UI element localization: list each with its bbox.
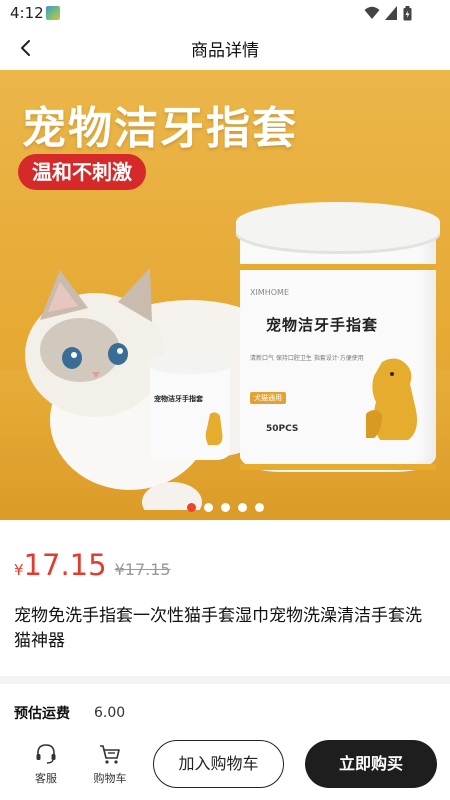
status-bar: 4:12	[0, 0, 450, 26]
header: 商品详情	[0, 26, 450, 70]
customer-service-label: 客服	[35, 772, 57, 785]
jar-stripe-bottom	[240, 464, 436, 470]
carousel-dot[interactable]	[220, 503, 230, 512]
status-time: 4:12	[10, 4, 44, 22]
product-image-carousel[interactable]: 宠物洁牙指套 温和不刺激 XIMHOME 宠物洁牙手指套 清新口气 保持口腔卫生…	[0, 70, 450, 520]
jar-small-lid	[148, 352, 232, 374]
product-title: 宠物免洗手指套一次性猫手套湿巾宠物洗澡清洁手套洗猫神器	[14, 606, 422, 651]
signal-icon	[385, 6, 397, 20]
product-jar-small: 宠物洁牙手指套	[148, 352, 232, 464]
jar-name: 宠物洁牙手指套	[266, 316, 379, 334]
jar-lid	[236, 202, 440, 254]
add-to-cart-button[interactable]: 加入购物车	[153, 740, 284, 788]
buy-now-button[interactable]: 立即购买	[305, 740, 437, 788]
banner-tag: 温和不刺激	[18, 154, 146, 190]
battery-icon	[403, 6, 412, 21]
price-row: ¥ 17.15 ¥17.15	[14, 548, 171, 588]
current-price: 17.15	[23, 548, 107, 582]
carousel-dot[interactable]	[254, 503, 264, 512]
jar-stripe-top	[240, 264, 436, 270]
page-title: 商品详情	[191, 41, 259, 61]
dog-illustration-icon	[366, 358, 417, 440]
carousel-dot[interactable]	[237, 503, 247, 512]
carousel-dot[interactable]	[186, 503, 196, 512]
shopping-cart-icon	[100, 745, 120, 764]
carousel-indicator	[0, 503, 450, 513]
jar-count: 50PCS	[266, 424, 299, 434]
app-notification-icon	[46, 6, 60, 20]
headset-icon	[36, 744, 56, 764]
price-currency: ¥	[14, 561, 24, 579]
bottom-action-bar: 客服 购物车 加入购物车 立即购买	[0, 736, 450, 800]
shipping-value: 6.00	[94, 705, 126, 721]
section-divider	[0, 676, 450, 684]
shipping-label: 预估运费	[14, 706, 70, 722]
original-price: ¥17.15	[114, 560, 171, 579]
shipping-row: 预估运费 6.00	[14, 701, 125, 725]
jar-brand: XIMHOME	[250, 288, 290, 297]
product-jar-large: XIMHOME 宠物洁牙手指套 清新口气 保持口腔卫生 指套设计·方便使用 犬猫…	[236, 202, 440, 502]
jar-badge: 犬猫通用	[250, 392, 286, 404]
shopping-cart-label: 购物车	[93, 772, 127, 785]
jar-description: 清新口气 保持口腔卫生 指套设计·方便使用	[250, 355, 364, 362]
banner-headline: 宠物洁牙指套	[22, 103, 298, 154]
status-indicators	[364, 5, 424, 21]
carousel-dot[interactable]	[203, 503, 213, 512]
shopping-cart-button[interactable]: 购物车	[88, 742, 132, 794]
wifi-icon	[364, 6, 380, 19]
jar-small-name: 宠物洁牙手指套	[154, 395, 203, 403]
customer-service-button[interactable]: 客服	[24, 742, 68, 794]
small-dog-icon	[205, 412, 223, 445]
